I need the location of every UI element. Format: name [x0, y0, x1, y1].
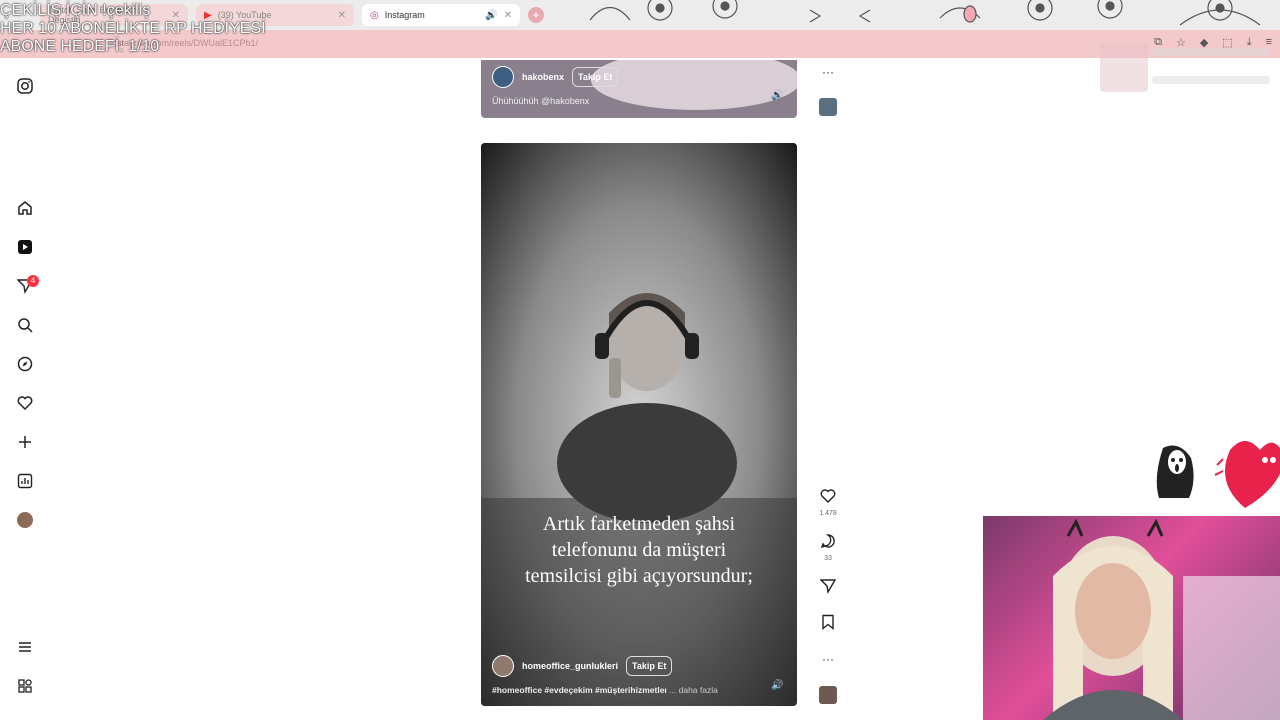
- comment-button[interactable]: 33: [816, 533, 840, 562]
- share-button[interactable]: [816, 578, 840, 599]
- instagram-sidebar: [0, 58, 50, 720]
- reel-hashtags: #homeoffice #evdeçekim #müşterihizmetleı…: [492, 685, 718, 695]
- reel-caption-line: temsilcisi gibi açıyorsundur;: [525, 565, 753, 587]
- search-icon[interactable]: [15, 315, 35, 335]
- profile-avatar[interactable]: [15, 510, 35, 530]
- volume-icon[interactable]: 🔊: [771, 90, 783, 101]
- reel-user-row: hakobenx Takip Et: [492, 66, 619, 88]
- reel-username[interactable]: homeoffice_gunlukleri: [522, 661, 618, 671]
- overlay-sub-goal-text: ABONE HEDEFİ: 1/10: [0, 38, 160, 55]
- instagram-logo-icon[interactable]: [15, 76, 35, 96]
- reels-icon[interactable]: [15, 237, 35, 257]
- instagram-icon: ◎: [370, 9, 379, 21]
- more-options-icon[interactable]: ···: [816, 63, 840, 81]
- overlay-giveaway-text: ÇEKİLİŞ İÇİN !çekiliş: [0, 2, 151, 19]
- reel-caption-line: Artık farketmeden şahsi: [542, 513, 736, 535]
- overlay-sub-gift-text: HER 10 ABONELİKTE RP HEDİYESİ: [0, 20, 266, 37]
- more-menu-icon[interactable]: [15, 637, 35, 657]
- save-button[interactable]: [816, 614, 840, 635]
- audio-thumbnail[interactable]: [819, 98, 837, 116]
- comment-icon: [820, 534, 835, 549]
- avatar[interactable]: [492, 66, 514, 88]
- reel-description: Ühühüühüh @hakobenx: [492, 96, 590, 106]
- streamer-image: [1043, 518, 1280, 720]
- tab-instagram[interactable]: ◎ Instagram 🔊 ✕: [362, 4, 520, 26]
- follow-button[interactable]: Takip Et: [626, 656, 673, 676]
- like-count: 1.478: [819, 510, 837, 517]
- tab-youtube-label: (39) YouTube: [217, 10, 272, 20]
- like-button[interactable]: 1.478: [816, 488, 840, 517]
- close-icon[interactable]: ✕: [338, 10, 346, 21]
- reel-frame: [481, 143, 797, 706]
- explore-icon[interactable]: [15, 354, 35, 374]
- main-reel-video[interactable]: Artık farketmeden şahsi telefonunu da mü…: [481, 143, 797, 706]
- speaker-icon[interactable]: 🔊: [485, 10, 497, 21]
- dashboard-icon[interactable]: [15, 471, 35, 491]
- home-icon[interactable]: [15, 198, 35, 218]
- follow-button[interactable]: Takip Et: [572, 67, 619, 87]
- close-icon[interactable]: ✕: [172, 10, 180, 21]
- also-from-meta-icon[interactable]: [15, 676, 35, 696]
- create-icon[interactable]: [15, 432, 35, 452]
- see-more-link[interactable]: ... daha fazla: [669, 685, 718, 695]
- close-icon[interactable]: ✕: [504, 10, 512, 21]
- new-tab-button[interactable]: +: [528, 7, 544, 23]
- heart-icon[interactable]: [15, 393, 35, 413]
- volume-icon[interactable]: 🔊: [771, 680, 783, 691]
- webcam-feed: [983, 516, 1280, 720]
- stream-widget: [1100, 44, 1270, 96]
- comment-count: 33: [824, 555, 832, 562]
- bookmark-icon: [822, 614, 834, 630]
- reel-caption-line: telefonunu da müşteri: [551, 539, 727, 561]
- audio-thumbnail[interactable]: [819, 686, 837, 704]
- previous-reel[interactable]: hakobenx Takip Et Ühühüühüh @hakobenx 🔊: [481, 60, 797, 118]
- more-options-icon[interactable]: ···: [816, 650, 840, 668]
- reel-background: [591, 60, 797, 110]
- heart-icon: [820, 489, 836, 503]
- ghost-heart-stickers: [1156, 441, 1280, 508]
- share-icon: [819, 579, 837, 595]
- reel-username[interactable]: hakobenx: [522, 72, 564, 82]
- hashtag-text[interactable]: #homeoffice #evdeçekim #müşterihizmetleı: [492, 685, 667, 695]
- cat-doodle-decoration: [589, 0, 1261, 26]
- youtube-icon: ▶: [204, 9, 212, 21]
- reel-user-row: homeoffice_gunlukleri Takip Et: [492, 655, 673, 677]
- tab-instagram-label: Instagram: [384, 10, 425, 20]
- notification-badge: 4: [27, 275, 39, 287]
- avatar[interactable]: [492, 655, 514, 677]
